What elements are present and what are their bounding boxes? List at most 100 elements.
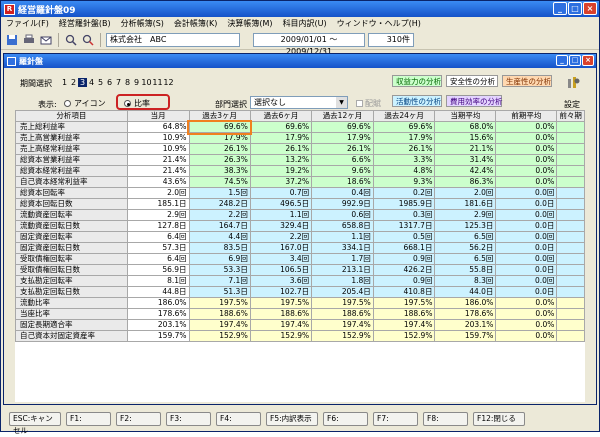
table-cell[interactable]: 197.4% [311,319,374,331]
table-cell[interactable]: 17.9% [188,132,251,144]
col-header[interactable]: 分析項目 [15,110,128,122]
table-cell[interactable]: 4.8% [372,165,436,177]
menu-file[interactable]: ファイル(F) [1,18,54,29]
ratio-radio[interactable]: 比率 [116,94,170,110]
table-cell[interactable]: 44.8日 [126,286,190,298]
col-header[interactable]: 過去24ヶ月 [372,110,436,122]
maximize-button[interactable]: □ [568,2,582,15]
table-cell[interactable]: 83.5日 [188,242,251,254]
table-cell[interactable]: 37.2% [249,176,313,188]
table-cell[interactable]: 57.3日 [126,242,190,254]
table-cell[interactable]: 248.2日 [188,198,251,210]
table-cell[interactable]: 2.0回 [126,187,190,199]
table-cell[interactable]: 17.9% [311,132,374,144]
table-cell[interactable]: 658.8日 [311,220,374,232]
table-cell[interactable]: 102.7日 [249,286,313,298]
table-cell[interactable]: 9.3% [372,176,436,188]
table-cell[interactable]: 178.6% [434,308,497,320]
ratio-radio-button[interactable] [124,100,131,107]
table-cell[interactable]: 197.5% [372,297,436,309]
table-cell[interactable]: 0.0% [495,143,558,155]
inner-minimize-button[interactable]: _ [556,55,568,66]
table-row[interactable]: 自己資本対固定資産率 159.7% 152.9% 152.9% 152.9% 152.9%… [15,330,585,342]
table-row[interactable]: 固定長期適合率 203.1% 197.4% 197.4% 197.4% 197.4% 203… [15,319,585,331]
table-cell[interactable]: 159.7% [434,330,497,342]
table-cell[interactable] [556,121,585,133]
table-cell[interactable]: 0.0% [495,154,558,166]
table-cell[interactable]: 188.6% [249,308,313,320]
table-cell[interactable]: 51.3日 [188,286,251,298]
minimize-button[interactable]: _ [553,2,567,15]
table-cell[interactable]: 8.1回 [126,275,190,287]
table-cell[interactable]: 1.1回 [311,231,374,243]
table-cell[interactable]: 188.6% [372,308,436,320]
col-header[interactable]: 前々期 [556,110,585,122]
table-cell[interactable]: 17.9% [249,132,313,144]
table-cell[interactable]: 0.0回 [495,253,558,265]
table-cell[interactable]: 64.8% [126,121,190,133]
table-cell[interactable]: 69.6% [311,121,374,133]
close-button[interactable]: × [583,2,597,15]
table-cell[interactable]: 53.3日 [188,264,251,276]
table-cell[interactable]: 6.9回 [188,253,251,265]
table-cell[interactable]: 69.6% [187,119,253,135]
period-4[interactable]: 4 [87,78,96,87]
profitability-analysis-button[interactable]: 収益力の分析 [392,75,442,87]
table-cell[interactable]: 197.5% [249,297,313,309]
table-cell[interactable]: 186.0% [126,297,190,309]
table-cell[interactable]: 992.9日 [311,198,374,210]
inner-titlebar[interactable]: 羅針盤 _ □ × [4,54,596,68]
table-cell[interactable] [556,132,585,144]
table-cell[interactable]: 410.8日 [372,286,436,298]
table-cell[interactable] [556,143,585,155]
table-cell[interactable]: 1.8回 [311,275,374,287]
table-cell[interactable]: 205.4日 [311,286,374,298]
table-cell[interactable]: 86.3% [434,176,497,188]
table-cell[interactable]: 197.5% [188,297,251,309]
table-cell[interactable]: 10.9% [126,143,190,155]
table-row[interactable]: 固定資産回転率 6.4回 4.4回 2.2回 1.1回 0.5回 6.5回 0.0回 [15,231,585,243]
table-cell[interactable]: 3.6回 [249,275,313,287]
table-cell[interactable]: 185.1日 [126,198,190,210]
table-cell[interactable]: 167.0日 [249,242,313,254]
table-cell[interactable]: 2.2回 [249,231,313,243]
f6-button[interactable]: F6: [323,412,368,426]
table-cell[interactable]: 26.1% [188,143,251,155]
table-cell[interactable]: 44.0日 [434,286,497,298]
chevron-down-icon[interactable]: ▼ [336,97,347,108]
table-cell[interactable]: 197.4% [372,319,436,331]
table-cell[interactable]: 203.1% [126,319,190,331]
table-cell[interactable]: 152.9% [188,330,251,342]
table-cell[interactable]: 152.9% [372,330,436,342]
table-cell[interactable]: 21.1% [434,143,497,155]
print-icon[interactable] [22,33,36,47]
table-cell[interactable]: 0.7回 [249,187,313,199]
table-cell[interactable]: 26.3% [188,154,251,166]
col-header[interactable]: 前期平均 [495,110,558,122]
table-row[interactable]: 売上高営業利益率 10.9% 17.9% 17.9% 17.9% 17.9% 15.6% 0.… [15,132,585,144]
table-cell[interactable]: 69.6% [372,121,436,133]
table-row[interactable]: 売上総利益率 64.8% 69.6% 69.6% 69.6% 69.6% 68.0% 0.0% [15,119,585,135]
table-cell[interactable]: 152.9% [249,330,313,342]
period-1[interactable]: 1 [60,78,69,87]
table-cell[interactable]: 2.0回 [434,187,497,199]
table-cell[interactable]: 197.4% [249,319,313,331]
table-cell[interactable]: 106.5日 [249,264,313,276]
save-icon[interactable] [5,33,19,47]
table-cell[interactable] [556,187,585,199]
table-cell[interactable]: 0.9回 [372,253,436,265]
table-cell[interactable]: 181.6日 [434,198,497,210]
settings-label[interactable]: 設定 [564,99,580,110]
table-cell[interactable]: 0.0日 [495,264,558,276]
safety-analysis-button[interactable]: 安全性の分析 [446,75,498,87]
table-cell[interactable] [556,154,585,166]
col-header[interactable]: 当期平均 [434,110,497,122]
menu-keiei[interactable]: 経営羅針盤(B) [54,18,116,29]
table-cell[interactable] [556,275,585,287]
table-cell[interactable]: 31.4% [434,154,497,166]
checkbox-icon[interactable] [356,100,363,107]
table-cell[interactable]: 0.0回 [495,209,558,221]
company-field[interactable]: 株式会社 ABC [106,32,240,47]
table-cell[interactable]: 1.7回 [311,253,374,265]
table-cell[interactable]: 0.0% [495,297,558,309]
